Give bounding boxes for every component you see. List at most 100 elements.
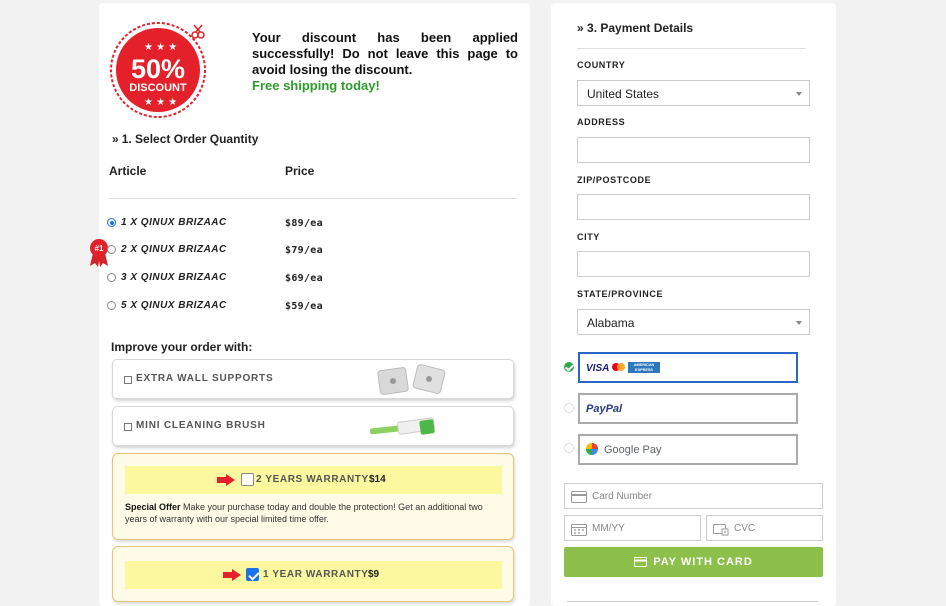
expiry-input[interactable]: MM/YY: [564, 515, 701, 541]
double-chevron-icon: »: [112, 132, 119, 146]
warranty-1-year-checkbox[interactable]: [246, 568, 259, 581]
warranty-2-years-label: 2 YEARS WARRANTY: [256, 474, 369, 485]
credit-card-icon: [634, 557, 648, 567]
wall-supports-image-icon: [377, 364, 446, 395]
red-arrow-icon: [223, 569, 241, 581]
svg-text:AMERICAN: AMERICAN: [634, 363, 655, 367]
payment-method-googlepay[interactable]: Google Pay: [578, 434, 798, 465]
order-panel: ★ ★ ★ 50% DISCOUNT ★ ★ ★ Your discount h…: [90, 3, 530, 606]
city-input[interactable]: [577, 251, 810, 277]
special-offer-text: Special Offer Make your purchase today a…: [125, 501, 505, 525]
double-chevron-icon: »: [577, 21, 584, 35]
zip-label: ZIP/POSTCODE: [577, 175, 652, 185]
quantity-option-1[interactable]: 1 X QINUX BRIZAAC: [107, 215, 367, 231]
card-lock-icon: [713, 524, 729, 536]
quantity-price: $79/ea: [285, 245, 323, 256]
payment-method-paypal[interactable]: PayPal: [578, 393, 798, 424]
svg-text:★ ★ ★: ★ ★ ★: [144, 97, 177, 108]
pay-with-card-button[interactable]: PAY WITH CARD: [564, 547, 823, 577]
rank-ribbon-icon: #1: [90, 239, 108, 267]
state-value: Alabama: [587, 316, 635, 330]
address-input[interactable]: [577, 137, 810, 163]
addon-label: MINI CLEANING BRUSH: [136, 420, 266, 431]
city-label: CITY: [577, 232, 600, 242]
payment-radio-paypal[interactable]: [564, 403, 574, 413]
country-label: COUNTRY: [577, 60, 626, 70]
quantity-radio[interactable]: [107, 273, 116, 282]
country-select[interactable]: United States: [577, 80, 810, 106]
card-number-placeholder: Card Number: [592, 491, 653, 502]
warranty-2-years-box: 2 YEARS WARRANTY $14 Special Offer Make …: [112, 453, 514, 540]
quantity-radio[interactable]: [107, 245, 116, 254]
warranty-2-years-price: $14: [369, 474, 386, 485]
warranty-1-year-price: $9: [368, 569, 380, 580]
warranty-1-year-box: 1 YEAR WARRANTY $9: [112, 546, 514, 602]
special-offer-label: Special Offer: [125, 502, 181, 512]
state-label: STATE/PROVINCE: [577, 289, 664, 299]
quantity-radio[interactable]: [107, 218, 116, 227]
payment-radio-card[interactable]: [564, 362, 574, 372]
svg-text:EXPRESS: EXPRESS: [635, 368, 653, 372]
quantity-price: $69/ea: [285, 273, 323, 284]
quantity-option-2[interactable]: 2 X QINUX BRIZAAC: [107, 242, 367, 258]
pay-button-label: PAY WITH CARD: [653, 556, 753, 568]
payment-radio-googlepay[interactable]: [564, 443, 574, 453]
quantity-radio[interactable]: [107, 301, 116, 310]
cvc-input[interactable]: CVC: [706, 515, 823, 541]
badge-word: DISCOUNT: [129, 82, 187, 94]
discount-message: Your discount has been applied successfu…: [252, 30, 518, 77]
order-quantity-title: » 1. Select Order Quantity: [112, 132, 259, 146]
cleaning-brush-image-icon: [370, 417, 435, 435]
discount-badge-icon: ★ ★ ★ 50% DISCOUNT ★ ★ ★: [110, 22, 206, 118]
quantity-label: 2 X QINUX BRIZAAC: [121, 244, 227, 255]
addon-cleaning-brush[interactable]: MINI CLEANING BRUSH: [112, 406, 514, 446]
paypal-text: PayPal: [586, 403, 623, 415]
quantity-option-3[interactable]: 3 X QINUX BRIZAAC: [107, 270, 367, 286]
country-value: United States: [587, 87, 660, 101]
google-pay-text: Google Pay: [604, 444, 662, 456]
improve-order-title: Improve your order with:: [111, 340, 253, 354]
payment-details-title: » 3. Payment Details: [577, 21, 694, 35]
address-label: ADDRESS: [577, 117, 626, 127]
cvc-placeholder: CVC: [734, 523, 756, 534]
warranty-1-year-label: 1 YEAR WARRANTY: [263, 569, 369, 580]
warranty-1-year-bar[interactable]: 1 YEAR WARRANTY $9: [125, 561, 502, 589]
credit-card-icon: [571, 491, 587, 503]
warranty-2-years-bar[interactable]: 2 YEARS WARRANTY $14: [125, 466, 502, 494]
addon-checkbox[interactable]: [124, 423, 132, 431]
visa-text: VISA: [586, 363, 609, 374]
svg-text:★ ★ ★: ★ ★ ★: [144, 42, 177, 53]
addon-label: EXTRA WALL SUPPORTS: [136, 373, 274, 384]
addon-wall-supports[interactable]: EXTRA WALL SUPPORTS: [112, 359, 514, 399]
chevron-down-icon: [796, 321, 802, 325]
quantity-label: 1 X QINUX BRIZAAC: [121, 217, 227, 228]
warranty-2-years-checkbox[interactable]: [241, 473, 254, 486]
quantity-price: $59/ea: [285, 301, 323, 312]
calendar-icon: [571, 524, 587, 536]
quantity-label: 5 X QINUX BRIZAAC: [121, 300, 227, 311]
addon-checkbox[interactable]: [124, 376, 132, 384]
price-header: Price: [285, 164, 315, 178]
paypal-icon: PayPal: [586, 403, 623, 415]
expiry-placeholder: MM/YY: [592, 523, 625, 534]
rank-label: #1: [95, 244, 104, 253]
card-number-input[interactable]: Card Number: [564, 483, 823, 509]
quantity-price: $89/ea: [285, 218, 323, 229]
red-arrow-icon: [217, 474, 235, 486]
divider: [567, 601, 818, 602]
card-brands-icon: VISA AMERICAN EXPRESS: [586, 362, 660, 374]
payment-method-card[interactable]: VISA AMERICAN EXPRESS: [578, 352, 798, 383]
article-header: Article: [109, 164, 147, 178]
payment-panel: » 3. Payment Details COUNTRY United Stat…: [551, 3, 836, 606]
google-pay-icon: Google Pay: [586, 443, 662, 456]
state-select[interactable]: Alabama: [577, 309, 810, 335]
quantity-label: 3 X QINUX BRIZAAC: [121, 272, 227, 283]
zip-input[interactable]: [577, 194, 810, 220]
badge-percent: 50%: [131, 54, 185, 84]
free-shipping-text: Free shipping today!: [252, 78, 380, 93]
discount-notice: Your discount has been applied successfu…: [252, 30, 518, 94]
quantity-option-5[interactable]: 5 X QINUX BRIZAAC: [107, 298, 367, 314]
divider: [577, 48, 805, 49]
chevron-down-icon: [796, 92, 802, 96]
divider: [109, 198, 517, 199]
